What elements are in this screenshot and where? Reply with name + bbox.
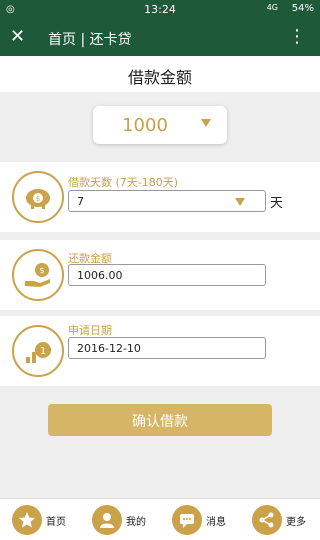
days-unit: 天 (270, 196, 284, 211)
tab-messages[interactable]: 消息 (172, 505, 232, 535)
days-value: 7 (77, 195, 84, 208)
amount-area: 1000 (0, 92, 320, 162)
money-hand-icon: $ (12, 249, 64, 301)
tab-mine[interactable]: 我的 (92, 505, 152, 535)
status-bar: ◎ 13:24 4G 54% (0, 0, 320, 20)
svg-text:$: $ (39, 266, 44, 275)
message-icon (172, 505, 202, 535)
tab-messages-label: 消息 (206, 517, 226, 528)
tab-mine-label: 我的 (126, 517, 146, 528)
chevron-down-icon (235, 198, 245, 206)
share-icon (252, 505, 282, 535)
date-panel: 1 申请日期 2016-12-10 (0, 316, 320, 386)
app-bar: ✕ 首页 | 还卡贷 ⋮ (0, 20, 320, 56)
close-icon[interactable]: ✕ (10, 28, 25, 46)
page-title: 首页 | 还卡贷 (48, 32, 132, 48)
tab-more-label: 更多 (286, 517, 306, 528)
repay-field[interactable]: 1006.00 (68, 264, 266, 286)
tab-more[interactable]: 更多 (252, 505, 312, 535)
tab-home-label: 首页 (46, 517, 66, 528)
date-value: 2016-12-10 (77, 342, 141, 355)
days-label: 借款天数 (7天-180天) (68, 176, 179, 189)
svg-text:$: $ (36, 195, 40, 203)
chevron-down-icon (201, 119, 211, 127)
amount-select[interactable]: 1000 (93, 106, 227, 144)
confirm-loan-button[interactable]: 确认借款 (48, 404, 272, 436)
date-label: 申请日期 (68, 324, 112, 337)
section-title: 借款金额 (0, 56, 320, 92)
star-icon (12, 505, 42, 535)
battery-level: 54% (291, 3, 314, 14)
days-panel: $ 借款天数 (7天-180天) 7 天 (0, 162, 320, 232)
svg-text:1: 1 (40, 346, 46, 357)
network-indicator: 4G (266, 3, 278, 12)
repay-value: 1006.00 (77, 269, 123, 282)
user-icon (92, 505, 122, 535)
date-field[interactable]: 2016-12-10 (68, 337, 266, 359)
days-select[interactable]: 7 (68, 190, 266, 212)
amount-value: 1000 (122, 115, 168, 136)
growth-chart-icon: 1 (12, 325, 64, 377)
more-menu-icon[interactable]: ⋮ (288, 28, 306, 46)
repay-panel: $ 还款金额 1006.00 (0, 240, 320, 310)
tab-home[interactable]: 首页 (12, 505, 72, 535)
bottom-nav: 首页 我的 消息 更多 (0, 498, 320, 540)
piggy-bank-icon: $ (12, 171, 64, 223)
